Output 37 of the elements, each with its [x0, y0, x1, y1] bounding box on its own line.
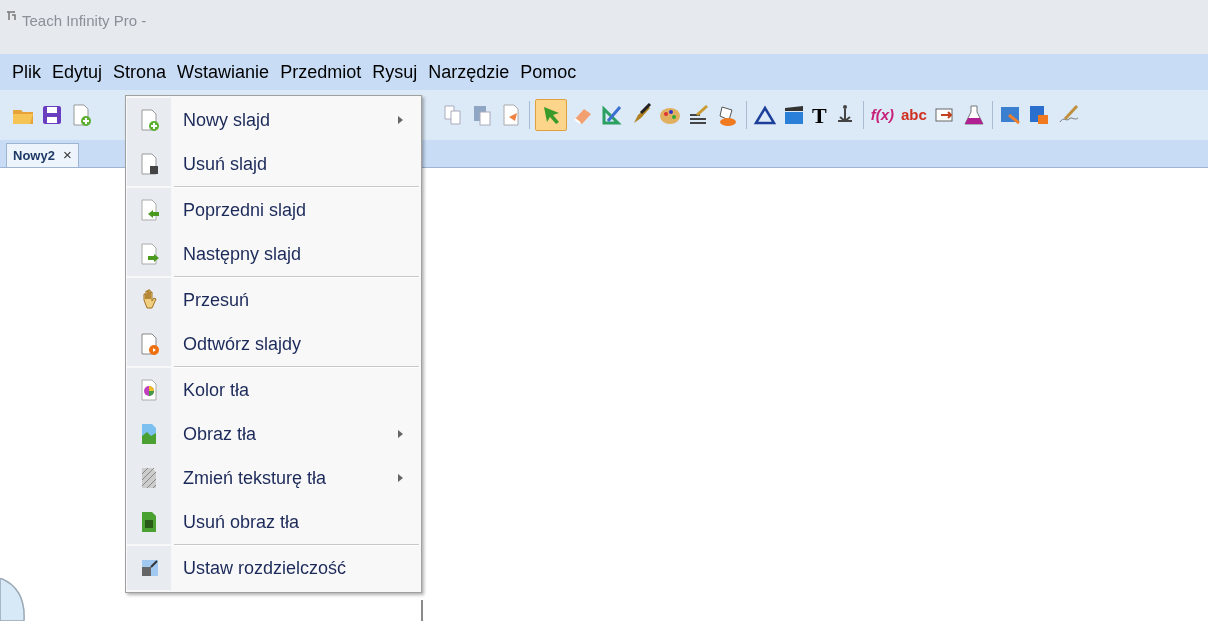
document-tab[interactable]: Nowy2 ×	[6, 143, 79, 167]
menu-bar-item[interactable]: Pomoc	[518, 58, 579, 86]
menu-item[interactable]: Poprzedni slajd	[126, 188, 421, 232]
menu-item-label: Usuń slajd	[183, 152, 269, 176]
menu-bar-item[interactable]: Rysuj	[370, 58, 420, 86]
text-tool-button[interactable]: T	[810, 99, 829, 131]
menu-bar-item[interactable]: Przedmiot	[278, 58, 364, 86]
tab-close-button[interactable]: ×	[62, 144, 72, 167]
menu-item[interactable]: Przesuń	[126, 278, 421, 322]
menu-bar-item[interactable]: Edytuj	[50, 58, 105, 86]
menu-item[interactable]: Następny slajd	[126, 232, 421, 276]
menu-item[interactable]: Kolor tła	[126, 368, 421, 412]
menu-item-label: Poprzedni slajd	[183, 198, 308, 222]
menu-bar-item[interactable]: Narzędzie	[426, 58, 512, 86]
text-tool-button[interactable]: abc	[899, 99, 929, 131]
menu-bar-item[interactable]: Plik	[10, 58, 43, 86]
menu-item-label: Odtwórz slajdy	[183, 332, 303, 356]
menu-item-label: Ustaw rozdzielczość	[183, 556, 348, 580]
menu-bar-item[interactable]: Strona	[111, 58, 169, 86]
menu-item-label: Następny slajd	[183, 242, 303, 266]
menu-item[interactable]: Odtwórz slajdy	[126, 322, 421, 366]
menu-item-label: Usuń obraz tła	[183, 510, 301, 534]
menu-item[interactable]: Zmień teksturę tła	[126, 456, 421, 500]
menu-item-label: Nowy slajd	[183, 108, 272, 132]
text-tool-button[interactable]: f(x)	[868, 99, 896, 131]
menu-item[interactable]: Obraz tła	[126, 412, 421, 456]
menu-item-label: Przesuń	[183, 288, 251, 312]
tab-label: Nowy2	[13, 146, 55, 165]
menu-item[interactable]: Ustaw rozdzielczość	[126, 546, 421, 590]
menu-item-label: Kolor tła	[183, 378, 251, 402]
menu-item-label: Zmień teksturę tła	[183, 466, 328, 490]
menu-item[interactable]: Usuń slajd	[126, 142, 421, 186]
menu-bar-item[interactable]: Wstawianie	[175, 58, 272, 86]
menu-item[interactable]: Usuń obraz tła	[126, 500, 421, 544]
window-title: Teach Infinity Pro -	[22, 11, 147, 31]
menu-item[interactable]: Nowy slajd	[126, 98, 421, 142]
menu-item-label: Obraz tła	[183, 422, 258, 446]
